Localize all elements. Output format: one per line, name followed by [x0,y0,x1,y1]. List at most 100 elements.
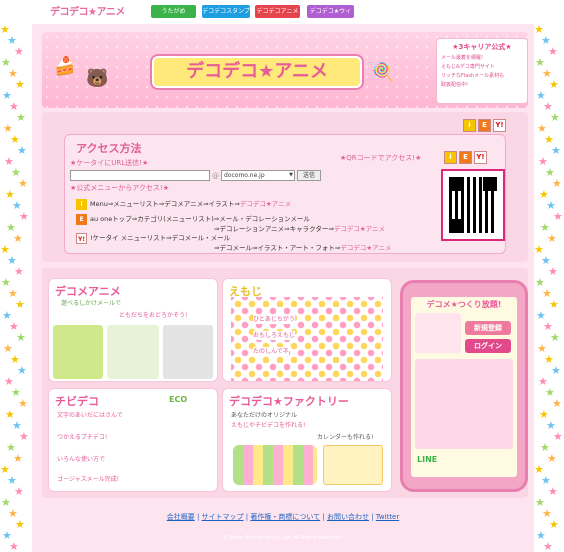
star-icon: ★ [551,364,561,377]
card-factory[interactable]: デコデコ★ファクトリー あなただけのオリジナル えもじやチビデコを作れる! カレ… [222,388,392,492]
phone-heading: デコメ★つくり放題! [426,300,502,309]
card-line: えもじやチビデコを作れる! [231,422,306,429]
imode-icon: i [76,198,87,210]
footer-link-sitemap[interactable]: サイトマップ [202,513,244,521]
card-line: たのしんでネ [253,347,289,356]
site-logo[interactable]: デコデコ★アニメ [50,3,125,18]
route-link[interactable]: デコデコ★アニメ [240,200,291,208]
star-icon: ★ [17,364,27,377]
card-line: 文字のあいだにはさんで [57,412,123,419]
star-icon: ★ [17,144,27,157]
card-line: いろんな使い方で [57,456,106,463]
card-line: あなただけのオリジナル [231,412,298,419]
star-icon: ★ [548,265,558,278]
qr-code [449,177,497,233]
card-line: ゴージャスメール完成! [57,476,119,483]
card-line: カレンダーも作れる! [317,434,374,441]
star-icon: ★ [15,518,25,531]
star-icon: ★ [552,397,562,410]
star-icon: ★ [15,78,25,91]
stamp-preview [415,359,513,449]
star-icon: ★ [553,430,563,443]
at-sign: @ [212,171,219,180]
route-text: au oneトップ⇒カテゴリ(メニューリスト)⇒メール・デコレーションメール [90,215,310,223]
card-line: おもしろえもじ [253,331,296,340]
carrier-promo: ★3キャリア公式★ メール最着を網羅! えもじ&デコ専門サイト リッチなFlas… [436,38,528,104]
promo-line: リッチなFlashメール素材も [441,73,505,79]
cake-icon: 🍰 [54,56,77,77]
ezweb-icon[interactable]: E [459,151,472,164]
yahoo-icon: Y! [76,232,87,244]
star-border-right: ★ ★ ★ ★ ★ ★ ★ ★ ★ ★ ★ ★ ★ ★ ★ ★ ★ ★ ★ ★ ★ ★ ★ ★ ★ ★ ★ ★ ★ ★ ★ ★ ★ ★ ★ ★ ★ ★ ★ ★… [534,24,564,552]
card-title: チビデコ [55,395,99,408]
star-icon: ★ [549,78,559,91]
route-link[interactable]: デコデコ★アニメ [334,225,385,233]
eco-badge: ECO [169,395,188,404]
footer-link-copyright[interactable]: 著作権・商標について [250,513,320,521]
email-form: @docomo.ne.jp送信 [70,170,321,181]
yahoo-icon[interactable]: Y! [474,151,487,164]
star-icon: ★ [548,45,558,58]
promo-line: えもじ&デコ専門サイト [441,64,495,70]
nav-tab-utagame[interactable]: うたがめ [151,5,196,18]
route-softbank: Y! !ケータイ メニューリスト⇒デコメール・メール [76,232,230,244]
card-line: つかえるプチデコ! [57,434,108,441]
star-icon: ★ [14,265,24,278]
star-icon: ★ [549,298,559,311]
card-emoji[interactable]: えもじ ひとあじちがう おもしろえもじ たのしんでネ [222,278,392,382]
route-text: ⇒デコメール⇒イラスト・アート・フォト⇒ [214,244,341,252]
domain-select[interactable]: docomo.ne.jp [221,170,295,181]
qr-carrier-icons: i E Y! [442,151,487,164]
calendar-thumb [323,445,383,485]
star-icon: ★ [547,232,557,245]
star-icon: ★ [13,452,23,465]
qr-label: ★QRコードでアクセス!★ [340,154,422,162]
star-icon: ★ [551,144,561,157]
ezweb-icon[interactable]: E [478,119,491,132]
nav-tab-anime[interactable]: デコデコアニメ [255,5,300,18]
route-docomo: i Menu⇒メニューリスト⇒デコメアニメ⇒イラスト⇒デコデコ★アニメ [76,198,291,210]
star-icon: ★ [18,177,28,190]
star-icon: ★ [13,232,23,245]
star-icon: ★ [550,111,560,124]
line-label: LINE [417,455,438,464]
dog-thumb [107,325,159,379]
footer-link-twitter[interactable]: Twitter [376,513,399,521]
banner-title: デコデコ★アニメ [152,56,362,88]
route-softbank-cont: ⇒デコメール⇒イラスト・アート・フォト⇒デコデコ★アニメ [214,242,392,252]
promo-line: メール最着を網羅! [441,55,484,61]
nav-tab-widget[interactable]: デコデコ★ウィジェット [307,5,354,28]
star-icon: ★ [543,540,553,552]
phone-promo[interactable]: デコメ★つくり放題! 新規登録 ログイン LINE [400,280,528,492]
star-icon: ★ [550,331,560,344]
card-line: ひとあじちがう [253,315,295,324]
card-chibideco[interactable]: チビデコ ECO 文字のあいだにはさんで つかえるプチデコ! いろんな使い方で … [48,388,218,492]
footer-link-contact[interactable]: お問い合わせ [327,513,369,521]
card-decome-anime[interactable]: デコメアニメ 遊べるしかけメールで ともだちをおどろかそう! [48,278,218,382]
send-button[interactable]: 送信 [297,170,321,181]
footer-links: 会社概要 | サイトマップ | 著作権・商標について | お問い合わせ | Tw… [166,513,400,521]
imode-icon[interactable]: i [463,119,476,132]
route-text: Menu⇒メニューリスト⇒デコメアニメ⇒イラスト⇒ [90,200,240,208]
copyright: © Nihon Enterprise Co.,Ltd. All Rights R… [222,535,344,541]
url-send-label: ★ケータイにURL送信!★ [70,159,149,167]
route-link[interactable]: デコデコ★アニメ [340,244,391,252]
imode-icon[interactable]: i [444,151,457,164]
route-text: ⇒デコレーションアニメ⇒キャラクター⇒ [214,225,334,233]
emoji-samples [233,445,317,485]
card-sub: ともだちをおどろかそう! [119,312,188,319]
nav-tab-stamp[interactable]: デコデコスタンプ [202,5,250,18]
star-icon: ★ [549,518,559,531]
promo-line: 取扱配信中! [441,82,469,88]
footer-link-company[interactable]: 会社概要 [167,513,195,521]
yahoo-icon[interactable]: Y! [493,119,506,132]
login-button[interactable]: ログイン [465,339,511,353]
panda-thumb [415,313,461,353]
rabbit-thumb [53,325,103,379]
register-button[interactable]: 新規登録 [465,321,511,335]
email-input[interactable] [70,170,210,181]
candy-icon: 🍭 [372,62,395,83]
phone-screen: デコメ★つくり放題! 新規登録 ログイン LINE [411,297,517,477]
promo-heading: ★3キャリア公式★ [452,43,512,51]
star-icon: ★ [15,298,25,311]
